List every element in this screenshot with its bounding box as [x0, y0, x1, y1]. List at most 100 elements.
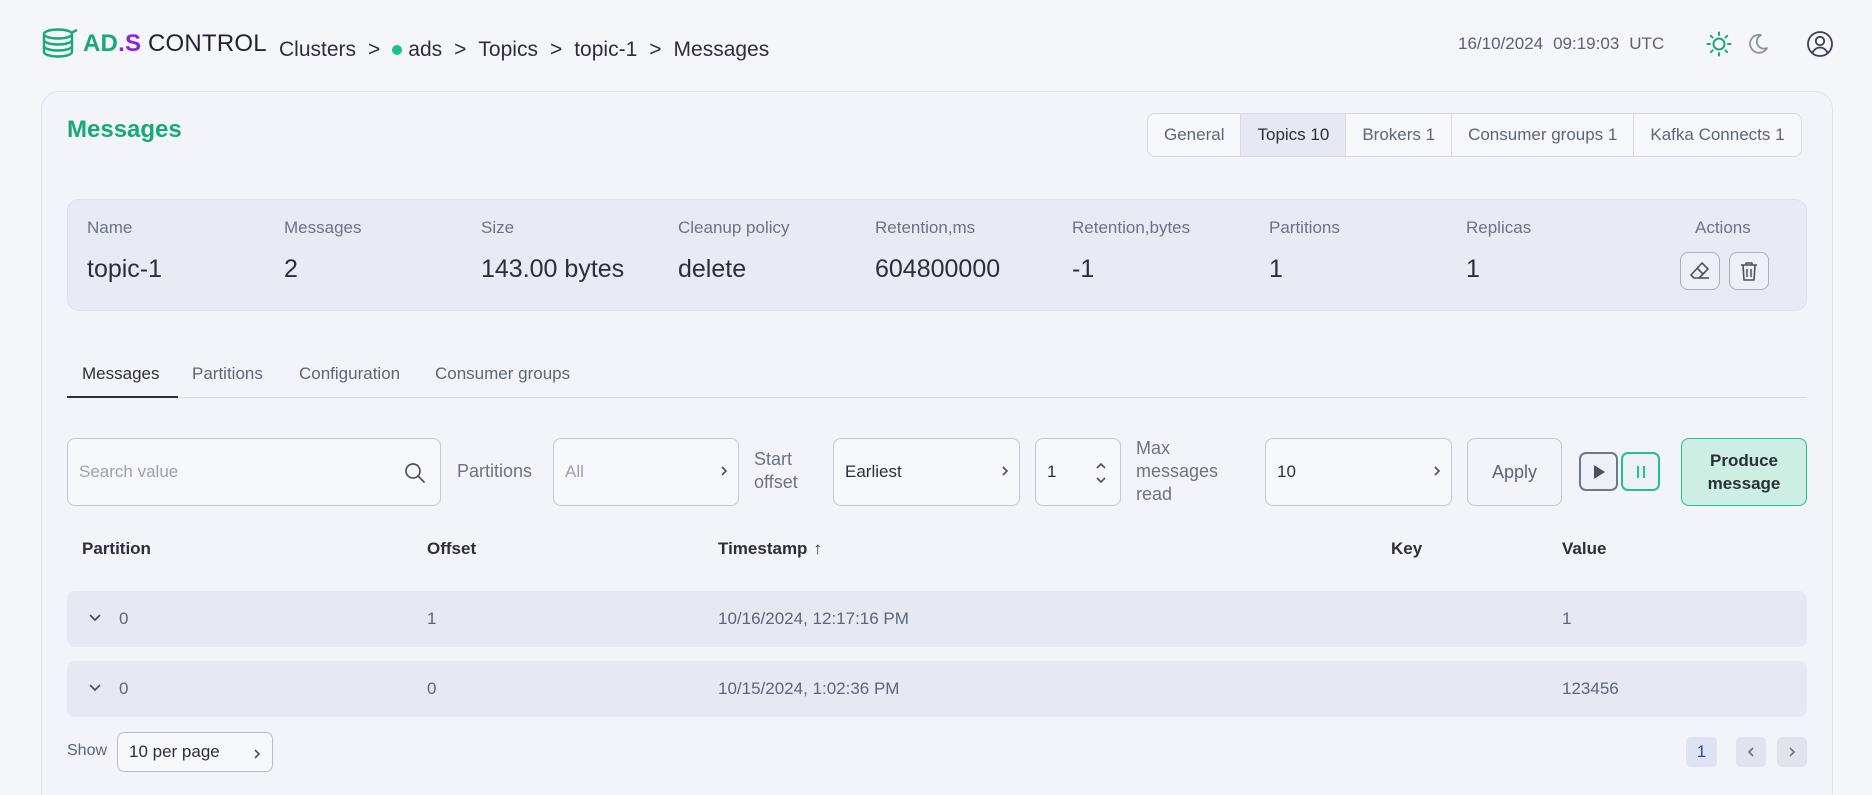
tab-general[interactable]: General [1148, 114, 1242, 156]
active-tab-underline [67, 396, 178, 398]
tab-topics[interactable]: Topics 10 [1241, 114, 1347, 156]
sort-arrow-up-icon: ↑ [813, 539, 822, 558]
breadcrumb-cluster-ads[interactable]: ads [392, 38, 442, 62]
cell-partition: 0 [119, 609, 129, 628]
search-placeholder: Search value [79, 462, 179, 481]
pause-icon [1636, 465, 1645, 478]
chevron-right-icon [1002, 466, 1009, 476]
cell-timestamp: 10/16/2024, 12:17:16 PM [718, 609, 909, 628]
tab-brokers[interactable]: Brokers 1 [1346, 114, 1453, 156]
pause-button[interactable] [1621, 452, 1660, 491]
play-button[interactable] [1579, 452, 1618, 491]
breadcrumb-topic[interactable]: topic-1 [574, 38, 637, 62]
cell-value: 1 [1562, 609, 1572, 628]
show-label: Show [67, 742, 108, 759]
prev-page-button[interactable] [1736, 737, 1766, 767]
partitions-placeholder: All [565, 462, 584, 481]
tab-consumer-groups-sub[interactable]: Consumer groups [435, 364, 570, 384]
breadcrumb-separator: > [549, 38, 563, 61]
per-page-value: 10 per page [129, 742, 220, 761]
info-retention-ms: Retention,ms 604800000 [875, 218, 1001, 283]
cell-partition: 0 [119, 679, 129, 698]
date-text: 16/10/2024 [1458, 34, 1544, 53]
chevron-right-icon [254, 749, 261, 759]
cell-value: 123456 [1562, 679, 1619, 698]
max-messages-label: Max messages read [1136, 438, 1219, 504]
table-row[interactable]: 0 0 10/15/2024, 1:02:36 PM 123456 [67, 661, 1807, 717]
database-logo-icon [42, 28, 78, 58]
chevron-left-icon [1747, 747, 1754, 757]
chevron-right-icon [1789, 747, 1796, 757]
topic-info-panel: Name topic-1 Messages 2 Size 143.00 byte… [67, 199, 1807, 311]
sun-icon[interactable] [1706, 31, 1732, 57]
tab-partitions[interactable]: Partitions [192, 364, 263, 384]
chevron-right-icon [1434, 466, 1441, 476]
column-header-timestamp[interactable]: Timestamp ↑ [718, 539, 822, 559]
breadcrumb-messages: Messages [673, 38, 770, 61]
breadcrumb-separator: > [649, 38, 662, 61]
logo-text: AD.S CONTROL [83, 30, 267, 57]
breadcrumb-clusters[interactable]: Clusters [279, 38, 356, 62]
chevron-down-icon[interactable] [87, 611, 103, 625]
eraser-icon [1690, 262, 1709, 279]
info-cleanup-policy: Cleanup policy delete [678, 218, 790, 283]
cell-offset: 0 [427, 679, 437, 698]
search-icon [405, 463, 425, 483]
column-header-partition[interactable]: Partition [82, 539, 151, 559]
app-logo[interactable]: AD.S CONTROL [41, 28, 267, 60]
info-replicas: Replicas 1 [1466, 218, 1532, 283]
info-name: Name topic-1 [87, 218, 163, 283]
server-datetime: 16/10/2024 09:19:03 UTC [1458, 34, 1664, 54]
cluster-status-dot [392, 45, 403, 56]
chevron-right-icon [721, 466, 728, 476]
start-offset-value: Earliest [845, 462, 902, 481]
breadcrumb: Clusters > ads > Topics > topic-1 > Mess… [279, 38, 769, 62]
play-icon [1593, 464, 1605, 479]
column-header-offset[interactable]: Offset [427, 539, 476, 559]
tab-messages[interactable]: Messages [82, 364, 159, 384]
tab-configuration[interactable]: Configuration [299, 364, 400, 384]
partitions-filter-label: Partitions [457, 461, 533, 481]
table-row[interactable]: 0 1 10/16/2024, 12:17:16 PM 1 [67, 591, 1807, 647]
breadcrumb-separator: > [454, 38, 467, 61]
page-number-current[interactable]: 1 [1686, 737, 1717, 767]
apply-button[interactable]: Apply [1467, 438, 1562, 506]
max-messages-value: 10 [1277, 462, 1296, 481]
next-page-button[interactable] [1777, 737, 1807, 767]
tab-kafka-connects[interactable]: Kafka Connects 1 [1634, 114, 1800, 156]
delete-topic-button[interactable] [1729, 252, 1769, 290]
produce-message-button[interactable]: Produce message [1681, 438, 1807, 506]
cluster-tabs: General Topics 10 Brokers 1 Consumer gro… [1147, 113, 1802, 157]
cell-timestamp: 10/15/2024, 1:02:36 PM [718, 679, 900, 698]
timezone-text: UTC [1629, 34, 1665, 53]
offset-number-value: 1 [1047, 462, 1057, 481]
column-header-key[interactable]: Key [1391, 539, 1422, 559]
trash-icon [1741, 262, 1757, 281]
breadcrumb-topics[interactable]: Topics [478, 38, 538, 62]
breadcrumb-separator: > [368, 38, 381, 61]
actions-label: Actions [1695, 218, 1751, 237]
tab-consumer-groups[interactable]: Consumer groups 1 [1452, 114, 1635, 156]
time-text: 09:19:03 [1553, 34, 1620, 53]
clear-messages-button[interactable] [1680, 252, 1720, 290]
search-input[interactable]: Search value [67, 438, 441, 506]
offset-number-stepper[interactable]: 1 [1035, 438, 1121, 506]
cell-offset: 1 [427, 609, 437, 628]
start-offset-label: Start offset [754, 449, 798, 492]
info-retention-bytes: Retention,bytes -1 [1072, 218, 1191, 283]
moon-icon[interactable] [1746, 32, 1770, 56]
topic-sub-tabs: Messages Partitions Configuration Consum… [67, 360, 1807, 398]
per-page-select[interactable]: 10 per page [117, 732, 273, 772]
partitions-select[interactable]: All [553, 438, 739, 506]
start-offset-select[interactable]: Earliest [833, 438, 1020, 506]
info-partitions: Partitions 1 [1269, 218, 1340, 283]
stepper-arrows-icon [1096, 462, 1106, 484]
chevron-down-icon[interactable] [87, 681, 103, 695]
column-header-value[interactable]: Value [1562, 539, 1606, 559]
max-messages-select[interactable]: 10 [1265, 438, 1452, 506]
page-title: Messages [67, 116, 182, 143]
user-circle-icon[interactable] [1806, 30, 1834, 58]
app-header: AD.S CONTROL Clusters > ads > Topics > t… [0, 0, 1872, 90]
info-size: Size 143.00 bytes [481, 218, 625, 283]
info-messages: Messages 2 [284, 218, 362, 283]
